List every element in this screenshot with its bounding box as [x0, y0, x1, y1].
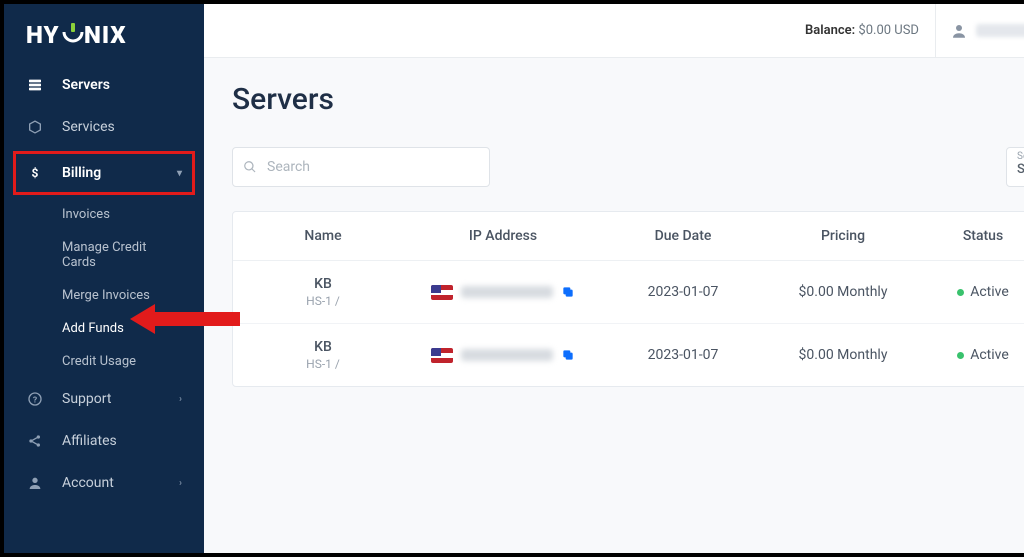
sort-label: Sort [1017, 151, 1024, 162]
dollar-icon: $ [26, 164, 44, 182]
page-title: Servers [232, 82, 334, 117]
search-box [232, 147, 490, 187]
sidebar-sub-manage-cards[interactable]: Manage Credit Cards [4, 231, 204, 279]
sidebar-item-account[interactable]: Account › [4, 462, 204, 504]
cube-icon [26, 118, 44, 136]
server-sub: HS-1 / [243, 357, 403, 371]
search-icon [243, 160, 257, 174]
cell-pricing: $0.00 Monthly [763, 347, 923, 363]
cell-pricing: $0.00 Monthly [763, 284, 923, 300]
server-name: KB [243, 276, 403, 292]
sidebar-item-label: Support [62, 391, 179, 407]
cell-due: 2023-01-07 [603, 284, 763, 300]
status-text: Active [970, 284, 1009, 300]
svg-text:?: ? [33, 395, 37, 405]
sort-value: Status [1017, 162, 1024, 177]
annotation-arrow [130, 304, 240, 344]
table-header: Name IP Address Due Date Pricing Status … [233, 212, 1024, 261]
table-row: KB HS-1 / 2023-01-07 $0.00 Monthly Activ… [233, 324, 1024, 386]
main-content: Balance: $0.00 USD ▾ Servers New Order S… [204, 4, 1024, 553]
user-icon [26, 474, 44, 492]
sort-select[interactable]: Sort Status ▾ [1006, 147, 1024, 187]
cell-name: KB HS-1 / [243, 339, 403, 371]
sidebar-item-services[interactable]: Services [4, 106, 204, 148]
servers-icon [26, 76, 44, 94]
status-dot-icon [957, 352, 964, 359]
th-name: Name [243, 228, 403, 244]
balance-label: Balance: [805, 23, 855, 38]
share-icon [26, 432, 44, 450]
billing-submenu: Invoices Manage Credit Cards Merge Invoi… [4, 198, 204, 378]
svg-text:$: $ [32, 166, 39, 180]
user-name-text [976, 24, 1024, 37]
chevron-down-icon: ▾ [177, 168, 182, 179]
sidebar-item-label: Account [62, 475, 179, 491]
svg-text:HY: HY [26, 22, 60, 48]
cell-ip [403, 285, 603, 300]
help-icon: ? [26, 390, 44, 408]
copy-icon[interactable] [561, 348, 575, 362]
cell-ip [403, 348, 603, 363]
sidebar-item-label: Billing [62, 165, 177, 181]
sidebar-item-affiliates[interactable]: Affiliates [4, 420, 204, 462]
cell-name: KB HS-1 / [243, 276, 403, 308]
topbar: Balance: $0.00 USD ▾ [204, 4, 1024, 58]
cell-status: Active [923, 347, 1024, 363]
servers-table: Name IP Address Due Date Pricing Status … [232, 211, 1024, 387]
flag-us-icon [431, 285, 453, 300]
copy-icon[interactable] [561, 285, 575, 299]
sidebar-item-billing[interactable]: $ Billing ▾ [14, 152, 194, 194]
th-ip: IP Address [403, 228, 603, 244]
server-sub: HS-1 / [243, 294, 403, 308]
flag-us-icon [431, 348, 453, 363]
balance-display: Balance: $0.00 USD [805, 23, 919, 38]
balance-value: $0.00 USD [858, 23, 919, 38]
sidebar: HY NIX Servers Services [4, 4, 204, 553]
avatar-icon [950, 22, 968, 40]
cell-status: Active [923, 284, 1024, 300]
sidebar-item-label: Servers [62, 77, 182, 93]
chevron-right-icon: › [179, 478, 182, 489]
cell-due: 2023-01-07 [603, 347, 763, 363]
sidebar-item-servers[interactable]: Servers [4, 64, 204, 106]
ip-address-text [461, 349, 553, 361]
svg-text:NIX: NIX [84, 22, 127, 48]
status-text: Active [970, 347, 1009, 363]
chevron-right-icon: › [179, 394, 182, 405]
table-row: KB HS-1 / 2023-01-07 $0.00 Monthly Activ… [233, 261, 1024, 324]
search-input[interactable] [232, 147, 490, 187]
user-menu[interactable]: ▾ [935, 4, 1024, 57]
sidebar-sub-credit-usage[interactable]: Credit Usage [4, 345, 204, 378]
th-status: Status [923, 228, 1024, 244]
server-name: KB [243, 339, 403, 355]
sidebar-sub-invoices[interactable]: Invoices [4, 198, 204, 231]
status-dot-icon [957, 289, 964, 296]
logo[interactable]: HY NIX [4, 4, 204, 64]
ip-address-text [461, 286, 553, 298]
th-due: Due Date [603, 228, 763, 244]
sidebar-item-label: Services [62, 119, 182, 135]
sidebar-item-support[interactable]: ? Support › [4, 378, 204, 420]
sidebar-item-label: Affiliates [62, 433, 182, 449]
th-pricing: Pricing [763, 228, 923, 244]
